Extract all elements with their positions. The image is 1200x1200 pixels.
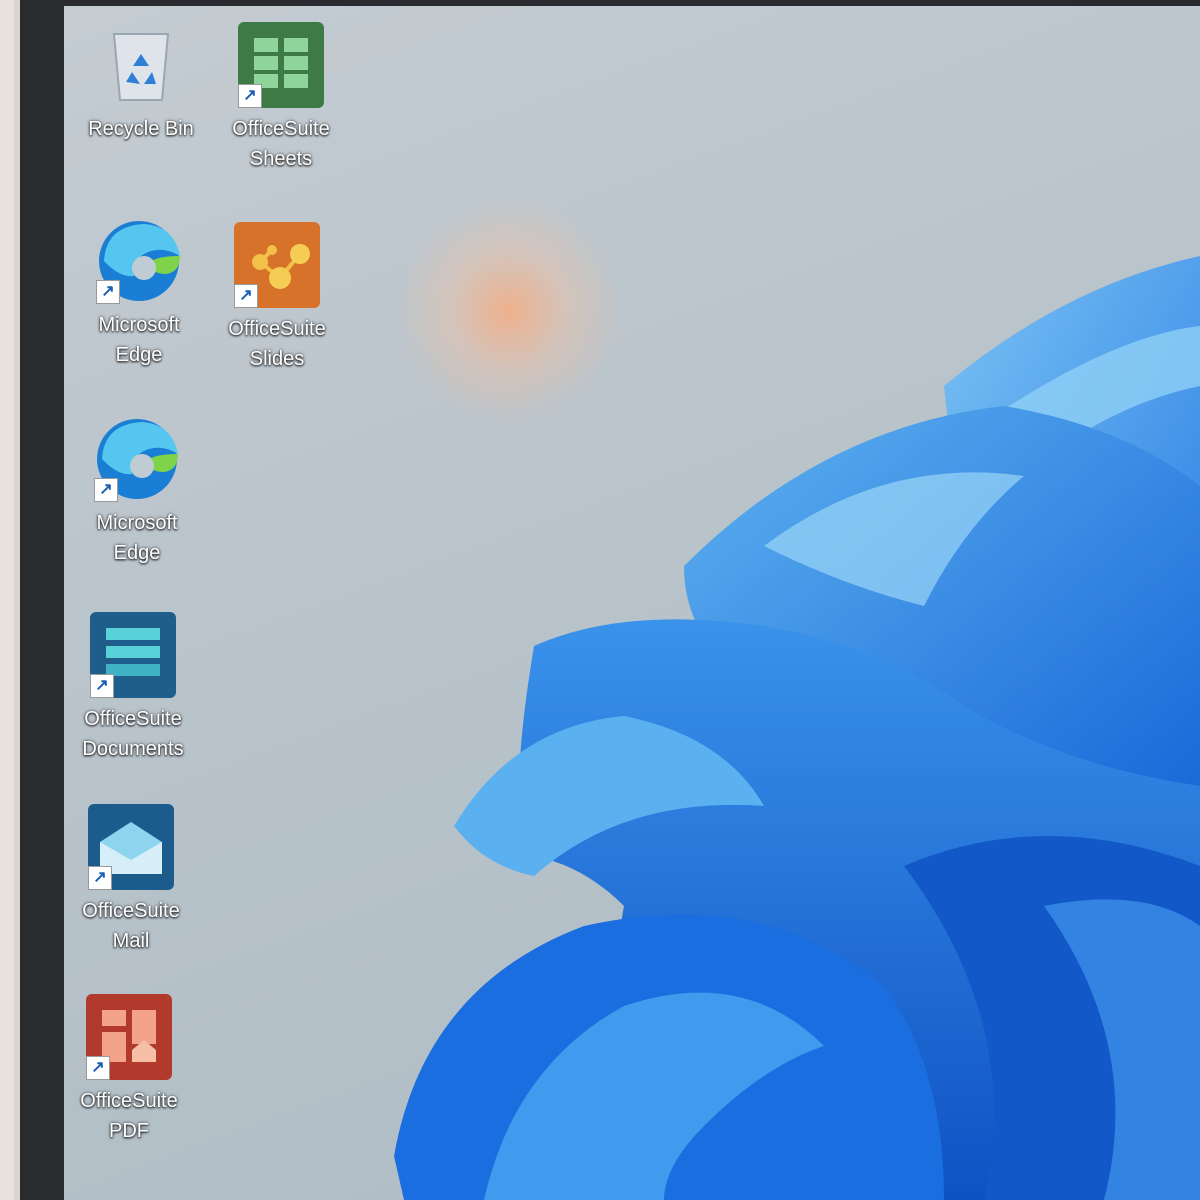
desktop-icon-recycle-bin[interactable]: Recycle Bin [76,20,206,144]
sheets-icon: ↗ [236,20,326,110]
pdf-icon: ↗ [84,992,174,1082]
shortcut-arrow-icon: ↗ [86,1056,110,1080]
recycle-bin-label: Recycle Bin [88,118,194,140]
desktop-icon-officesuite-documents[interactable]: ↗ OfficeSuite Documents [68,610,198,764]
officesuite-documents-label: OfficeSuite Documents [82,708,184,760]
recycle-bin-icon [96,20,186,110]
officesuite-mail-label: OfficeSuite Mail [82,900,180,952]
desktop-icon-officesuite-sheets[interactable]: ↗ OfficeSuite Sheets [216,20,346,174]
edge-icon: ↗ [94,216,184,306]
desktop-icon-officesuite-mail[interactable]: ↗ OfficeSuite Mail [66,802,196,956]
edge-icon: ↗ [92,414,182,504]
desktop-icon-officesuite-pdf[interactable]: ↗ OfficeSuite PDF [64,992,194,1146]
shortcut-arrow-icon: ↗ [94,478,118,502]
shortcut-arrow-icon: ↗ [234,284,258,308]
desktop-icon-officesuite-slides[interactable]: ↗ OfficeSuite Slides [212,220,342,374]
documents-icon: ↗ [88,610,178,700]
microsoft-edge-label: Microsoft Edge [98,314,180,366]
shortcut-arrow-icon: ↗ [238,84,262,108]
officesuite-sheets-label: OfficeSuite Sheets [232,118,330,170]
microsoft-edge-label: Microsoft Edge [96,512,178,564]
windows-bloom-wallpaper [394,256,1200,1200]
desktop-icon-microsoft-edge-2[interactable]: ↗ Microsoft Edge [72,414,202,568]
slides-icon: ↗ [232,220,322,310]
shortcut-arrow-icon: ↗ [88,866,112,890]
desktop-icon-microsoft-edge[interactable]: ↗ Microsoft Edge [74,216,204,370]
officesuite-slides-label: OfficeSuite Slides [228,318,326,370]
shortcut-arrow-icon: ↗ [96,280,120,304]
mail-icon: ↗ [86,802,176,892]
desktop-screen: Recycle Bin ↗ OfficeSuite Sheets ↗ Micro… [64,6,1200,1200]
officesuite-pdf-label: OfficeSuite PDF [80,1090,178,1142]
screen-glare [394,196,624,426]
shortcut-arrow-icon: ↗ [90,674,114,698]
